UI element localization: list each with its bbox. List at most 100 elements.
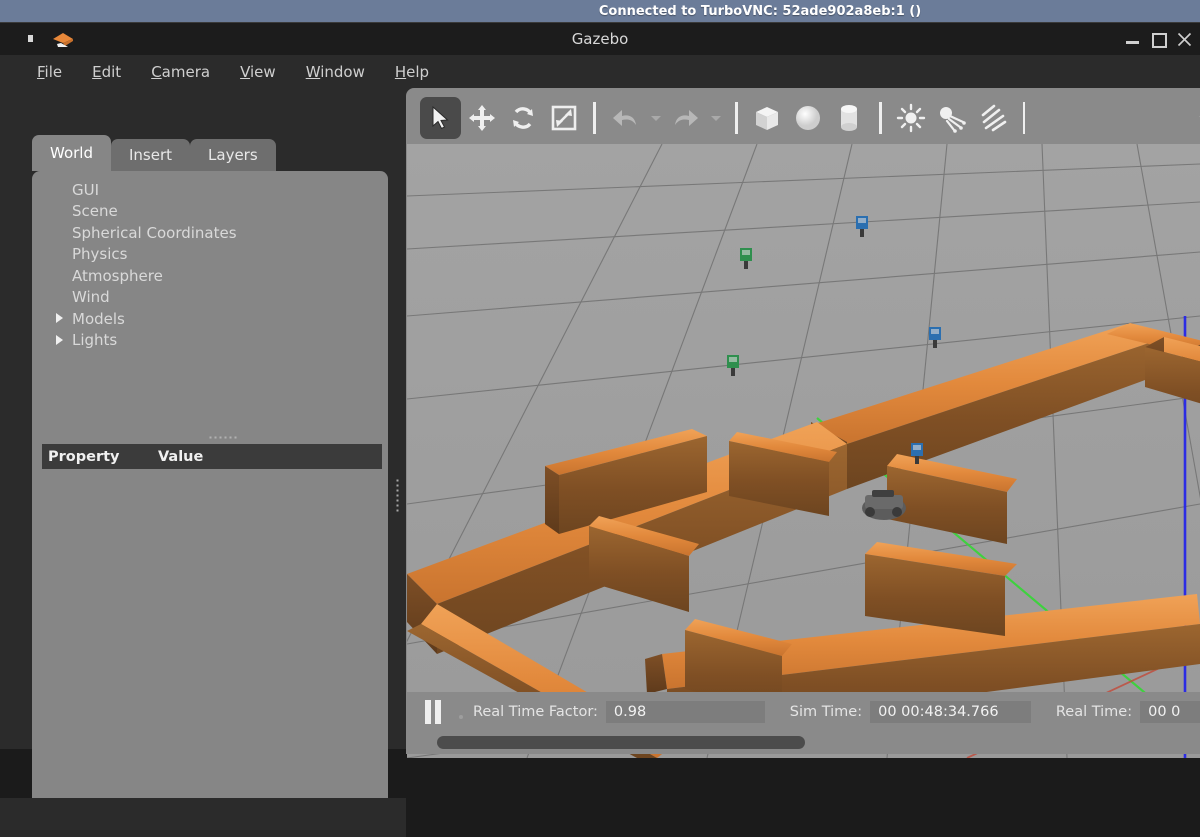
tree-item-label: Physics <box>72 245 128 264</box>
real-time-factor-label: Real Time Factor: <box>472 704 598 720</box>
redo-history-dropdown <box>706 97 726 139</box>
insert-sphere-button[interactable] <box>788 97 829 139</box>
tree-item-gui[interactable]: GUI <box>32 179 388 201</box>
tab-world[interactable]: World <box>32 135 111 171</box>
world-tree: GUI Scene Spherical Coordinates Physics … <box>32 179 388 351</box>
bottom-left-filler <box>0 798 406 837</box>
spot-light-button[interactable] <box>932 97 973 139</box>
tree-item-label: Wind <box>72 288 110 307</box>
real-time-label: Real Time: <box>1055 704 1133 720</box>
undo-history-dropdown <box>646 97 666 139</box>
menu-view[interactable]: View <box>227 59 289 85</box>
status-separator-dot <box>459 715 463 719</box>
minimize-button[interactable] <box>1125 32 1140 47</box>
chevron-down-icon <box>711 115 722 121</box>
close-button[interactable] <box>1177 32 1192 47</box>
directional-light-icon <box>981 104 1007 132</box>
sphere-icon <box>796 106 821 130</box>
toolbar-separator <box>593 102 596 134</box>
cube-icon <box>756 107 779 130</box>
menu-window[interactable]: Window <box>293 59 378 85</box>
render-area: Real Time Factor: 0.98 Sim Time: 00 00:4… <box>406 88 1200 758</box>
application-window: Gazebo File Edit Camera View Window Help <box>0 22 1200 837</box>
tree-item-spherical-coordinates[interactable]: Spherical Coordinates <box>32 222 388 244</box>
arrow-cursor-icon <box>432 105 449 130</box>
property-table-header: Property Value <box>42 444 382 469</box>
scene-render <box>407 144 1200 758</box>
left-panel-tabs: World Insert Layers <box>32 135 276 171</box>
wall-right-lower <box>1175 594 1200 650</box>
tree-item-label: Atmosphere <box>72 266 163 285</box>
menu-file[interactable]: File <box>24 59 75 85</box>
expand-arrow-icon[interactable] <box>56 334 63 345</box>
rotate-arrows-icon <box>512 107 533 129</box>
redo-arrow-icon <box>674 110 698 126</box>
expand-arrow-icon[interactable] <box>56 313 63 323</box>
vnc-connection-banner: Connected to TurboVNC: 52ade902a8eb:1 () <box>0 0 1200 22</box>
rotate-mode-button[interactable] <box>502 97 543 139</box>
translate-mode-button[interactable] <box>461 97 502 139</box>
tree-item-wind[interactable]: Wind <box>32 287 388 309</box>
tree-item-physics[interactable]: Physics <box>32 244 388 266</box>
scrollbar-thumb[interactable] <box>437 736 805 749</box>
tab-insert[interactable]: Insert <box>111 139 191 171</box>
panel-splitter-handle[interactable] <box>208 435 238 441</box>
point-light-button[interactable] <box>891 97 932 139</box>
tab-layers[interactable]: Layers <box>190 139 276 171</box>
menu-help[interactable]: Help <box>382 59 442 85</box>
insert-cylinder-button[interactable] <box>829 97 870 139</box>
toolbar-separator <box>1022 102 1026 134</box>
3d-viewport[interactable] <box>407 144 1200 758</box>
select-mode-button[interactable] <box>420 97 462 139</box>
menu-edit[interactable]: Edit <box>79 59 134 85</box>
insert-box-button[interactable] <box>747 97 788 139</box>
gazebo-app-window: Connected to TurboVNC: 52ade902a8eb:1 ()… <box>0 0 1200 837</box>
scale-mode-button[interactable] <box>543 97 584 139</box>
menu-camera[interactable]: Camera <box>138 59 223 85</box>
point-light-sun-icon <box>896 103 926 133</box>
toolbar-separator <box>878 102 882 134</box>
tree-item-models[interactable]: Models <box>32 308 388 330</box>
sim-time-value: 00 00:48:34.766 <box>870 701 1031 723</box>
tree-item-label: Scene <box>72 202 118 221</box>
tree-item-label: GUI <box>72 180 100 199</box>
scale-diagonal-icon <box>551 105 576 131</box>
tree-item-atmosphere[interactable]: Atmosphere <box>32 265 388 287</box>
pause-button[interactable] <box>420 699 445 725</box>
panel-viewport-splitter[interactable] <box>390 88 406 749</box>
render-toolbar <box>406 92 1200 144</box>
horizontal-scrollbar[interactable] <box>406 732 1200 754</box>
column-header-property: Property <box>48 448 120 465</box>
pause-icon <box>424 700 431 724</box>
tree-item-label: Lights <box>72 331 118 350</box>
move-arrows-icon <box>468 105 495 131</box>
vnc-banner-text: Connected to TurboVNC: 52ade902a8eb:1 () <box>598 3 922 19</box>
redo-button <box>665 97 706 139</box>
undo-arrow-icon <box>613 110 637 126</box>
sim-time-label: Sim Time: <box>789 704 863 720</box>
spot-light-icon <box>940 107 966 133</box>
tree-item-label: Spherical Coordinates <box>72 223 237 242</box>
menu-bar: File Edit Camera View Window Help <box>0 55 1200 89</box>
cylinder-icon <box>841 105 858 131</box>
undo-button <box>605 97 646 139</box>
simulation-status-bar: Real Time Factor: 0.98 Sim Time: 00 00:4… <box>406 692 1200 732</box>
window-controls <box>1125 23 1192 55</box>
window-title: Gazebo <box>571 30 629 48</box>
tree-item-lights[interactable]: Lights <box>32 330 388 352</box>
title-bar[interactable]: Gazebo <box>0 22 1200 55</box>
left-panel: World Insert Layers GUI Scene Spherical … <box>0 88 390 822</box>
maximize-button[interactable] <box>1151 32 1167 48</box>
toolbar-overflow-button[interactable] <box>1194 97 1200 139</box>
chevron-down-icon <box>650 115 661 121</box>
panel-splitter-area: Property Value <box>32 435 388 479</box>
real-time-value: 00 0 <box>1140 701 1200 723</box>
directional-light-button[interactable] <box>973 97 1014 139</box>
main-content: World Insert Layers GUI Scene Spherical … <box>0 88 1200 837</box>
splitter-grip-icon <box>395 478 401 512</box>
world-panel: GUI Scene Spherical Coordinates Physics … <box>32 171 388 822</box>
tree-item-scene[interactable]: Scene <box>32 201 388 223</box>
toolbar-separator <box>735 102 738 134</box>
real-time-factor-value: 0.98 <box>605 701 765 723</box>
tree-item-label: Models <box>72 309 125 328</box>
